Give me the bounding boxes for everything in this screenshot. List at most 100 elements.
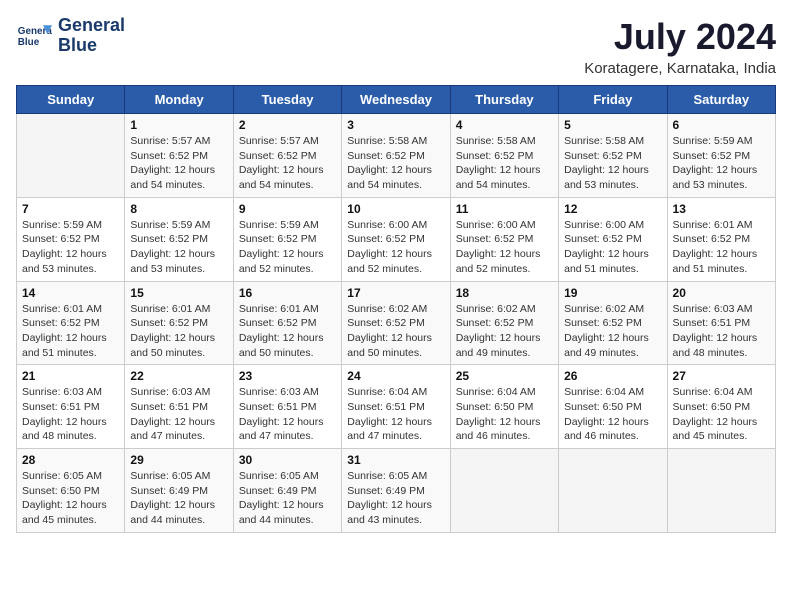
day-info: Sunrise: 6:04 AMSunset: 6:50 PMDaylight:… (673, 385, 770, 444)
calendar-cell: 7Sunrise: 5:59 AMSunset: 6:52 PMDaylight… (17, 197, 125, 281)
calendar-cell: 6 Sunrise: 5:59 AMSunset: 6:52 PMDaylight… (667, 114, 775, 198)
day-info: Sunrise: 6:04 AMSunset: 6:50 PMDaylight:… (456, 385, 553, 444)
logo-icon: General Blue (16, 18, 52, 54)
weekday-header-monday: Monday (125, 86, 233, 114)
calendar-cell: 21 Sunrise: 6:03 AMSunset: 6:51 PMDayligh… (17, 365, 125, 449)
day-number: 28 (22, 453, 119, 467)
calendar-cell: 17 Sunrise: 6:02 AMSunset: 6:52 PMDayligh… (342, 281, 450, 365)
day-info: Sunrise: 6:05 AMSunset: 6:49 PMDaylight:… (347, 469, 444, 528)
day-number: 20 (673, 286, 770, 300)
calendar-cell: 12Sunrise: 6:00 AMSunset: 6:52 PMDayligh… (559, 197, 667, 281)
calendar-body: 1 Sunrise: 5:57 AMSunset: 6:52 PMDaylight… (17, 114, 776, 533)
calendar-cell: 31 Sunrise: 6:05 AMSunset: 6:49 PMDayligh… (342, 449, 450, 533)
calendar-cell: 1 Sunrise: 5:57 AMSunset: 6:52 PMDaylight… (125, 114, 233, 198)
calendar-cell: 9 Sunrise: 5:59 AMSunset: 6:52 PMDaylight… (233, 197, 341, 281)
calendar-cell: 28 Sunrise: 6:05 AMSunset: 6:50 PMDayligh… (17, 449, 125, 533)
calendar-cell (450, 449, 558, 533)
day-number: 8 (130, 202, 227, 216)
weekday-header-friday: Friday (559, 86, 667, 114)
calendar-cell (667, 449, 775, 533)
logo-line1: General (58, 16, 125, 36)
main-title: July 2024 (584, 16, 776, 58)
calendar-cell: 11Sunrise: 6:00 AMSunset: 6:52 PMDayligh… (450, 197, 558, 281)
calendar-cell (559, 449, 667, 533)
logo-line2: Blue (58, 36, 125, 56)
day-info: Sunrise: 6:01 AMSunset: 6:52 PMDaylight:… (22, 302, 119, 361)
calendar-cell: 4 Sunrise: 5:58 AMSunset: 6:52 PMDaylight… (450, 114, 558, 198)
location-subtitle: Koratagere, Karnataka, India (584, 60, 776, 77)
day-number: 2 (239, 118, 336, 132)
day-info: Sunrise: 5:59 AMSunset: 6:52 PMDaylight:… (239, 218, 336, 277)
day-info: Sunrise: 6:04 AMSunset: 6:50 PMDaylight:… (564, 385, 661, 444)
day-number: 31 (347, 453, 444, 467)
weekday-header-wednesday: Wednesday (342, 86, 450, 114)
calendar-cell: 8 Sunrise: 5:59 AMSunset: 6:52 PMDaylight… (125, 197, 233, 281)
calendar-cell: 27 Sunrise: 6:04 AMSunset: 6:50 PMDayligh… (667, 365, 775, 449)
calendar-cell: 16Sunrise: 6:01 AMSunset: 6:52 PMDayligh… (233, 281, 341, 365)
day-number: 23 (239, 369, 336, 383)
weekday-header-thursday: Thursday (450, 86, 558, 114)
day-number: 21 (22, 369, 119, 383)
title-block: July 2024 Koratagere, Karnataka, India (584, 16, 776, 77)
day-info: Sunrise: 6:03 AMSunset: 6:51 PMDaylight:… (130, 385, 227, 444)
day-number: 1 (130, 118, 227, 132)
day-number: 17 (347, 286, 444, 300)
calendar-cell: 18 Sunrise: 6:02 AMSunset: 6:52 PMDayligh… (450, 281, 558, 365)
calendar-cell: 23 Sunrise: 6:03 AMSunset: 6:51 PMDayligh… (233, 365, 341, 449)
day-number: 27 (673, 369, 770, 383)
day-number: 19 (564, 286, 661, 300)
day-number: 16 (239, 286, 336, 300)
calendar-cell: 13Sunrise: 6:01 AMSunset: 6:52 PMDayligh… (667, 197, 775, 281)
day-info: Sunrise: 6:02 AMSunset: 6:52 PMDaylight:… (456, 302, 553, 361)
calendar-header: SundayMondayTuesdayWednesdayThursdayFrid… (17, 86, 776, 114)
calendar-cell: 14Sunrise: 6:01 AMSunset: 6:52 PMDayligh… (17, 281, 125, 365)
day-info: Sunrise: 6:04 AMSunset: 6:51 PMDaylight:… (347, 385, 444, 444)
calendar-cell: 15 Sunrise: 6:01 AMSunset: 6:52 PMDayligh… (125, 281, 233, 365)
calendar-cell: 19 Sunrise: 6:02 AMSunset: 6:52 PMDayligh… (559, 281, 667, 365)
day-info: Sunrise: 6:05 AMSunset: 6:49 PMDaylight:… (130, 469, 227, 528)
day-info: Sunrise: 6:03 AMSunset: 6:51 PMDaylight:… (22, 385, 119, 444)
calendar-week-5: 28 Sunrise: 6:05 AMSunset: 6:50 PMDayligh… (17, 449, 776, 533)
day-number: 13 (673, 202, 770, 216)
day-info: Sunrise: 5:59 AMSunset: 6:52 PMDaylight:… (130, 218, 227, 277)
calendar-cell: 5 Sunrise: 5:58 AMSunset: 6:52 PMDaylight… (559, 114, 667, 198)
day-number: 10 (347, 202, 444, 216)
day-info: Sunrise: 6:02 AMSunset: 6:52 PMDaylight:… (564, 302, 661, 361)
day-number: 26 (564, 369, 661, 383)
day-info: Sunrise: 5:58 AMSunset: 6:52 PMDaylight:… (564, 134, 661, 193)
calendar-week-2: 7Sunrise: 5:59 AMSunset: 6:52 PMDaylight… (17, 197, 776, 281)
day-info: Sunrise: 5:59 AMSunset: 6:52 PMDaylight:… (673, 134, 770, 193)
day-info: Sunrise: 5:58 AMSunset: 6:52 PMDaylight:… (347, 134, 444, 193)
weekday-header-row: SundayMondayTuesdayWednesdayThursdayFrid… (17, 86, 776, 114)
page-header: General Blue General Blue July 2024 Kora… (16, 16, 776, 77)
calendar-cell (17, 114, 125, 198)
day-info: Sunrise: 5:57 AMSunset: 6:52 PMDaylight:… (239, 134, 336, 193)
logo-text: General Blue (58, 16, 125, 56)
day-number: 4 (456, 118, 553, 132)
calendar-cell: 26 Sunrise: 6:04 AMSunset: 6:50 PMDayligh… (559, 365, 667, 449)
day-number: 3 (347, 118, 444, 132)
day-number: 24 (347, 369, 444, 383)
day-number: 22 (130, 369, 227, 383)
calendar-cell: 24 Sunrise: 6:04 AMSunset: 6:51 PMDayligh… (342, 365, 450, 449)
day-info: Sunrise: 5:58 AMSunset: 6:52 PMDaylight:… (456, 134, 553, 193)
day-number: 6 (673, 118, 770, 132)
day-info: Sunrise: 6:05 AMSunset: 6:50 PMDaylight:… (22, 469, 119, 528)
day-info: Sunrise: 6:02 AMSunset: 6:52 PMDaylight:… (347, 302, 444, 361)
calendar-cell: 10 Sunrise: 6:00 AMSunset: 6:52 PMDayligh… (342, 197, 450, 281)
day-info: Sunrise: 6:00 AMSunset: 6:52 PMDaylight:… (456, 218, 553, 277)
weekday-header-saturday: Saturday (667, 86, 775, 114)
weekday-header-sunday: Sunday (17, 86, 125, 114)
day-number: 5 (564, 118, 661, 132)
day-number: 29 (130, 453, 227, 467)
day-number: 15 (130, 286, 227, 300)
day-number: 9 (239, 202, 336, 216)
day-info: Sunrise: 6:03 AMSunset: 6:51 PMDaylight:… (239, 385, 336, 444)
day-info: Sunrise: 6:00 AMSunset: 6:52 PMDaylight:… (347, 218, 444, 277)
day-info: Sunrise: 6:01 AMSunset: 6:52 PMDaylight:… (130, 302, 227, 361)
calendar-cell: 25Sunrise: 6:04 AMSunset: 6:50 PMDayligh… (450, 365, 558, 449)
logo: General Blue General Blue (16, 16, 125, 56)
day-info: Sunrise: 5:57 AMSunset: 6:52 PMDaylight:… (130, 134, 227, 193)
day-number: 18 (456, 286, 553, 300)
calendar-week-3: 14Sunrise: 6:01 AMSunset: 6:52 PMDayligh… (17, 281, 776, 365)
